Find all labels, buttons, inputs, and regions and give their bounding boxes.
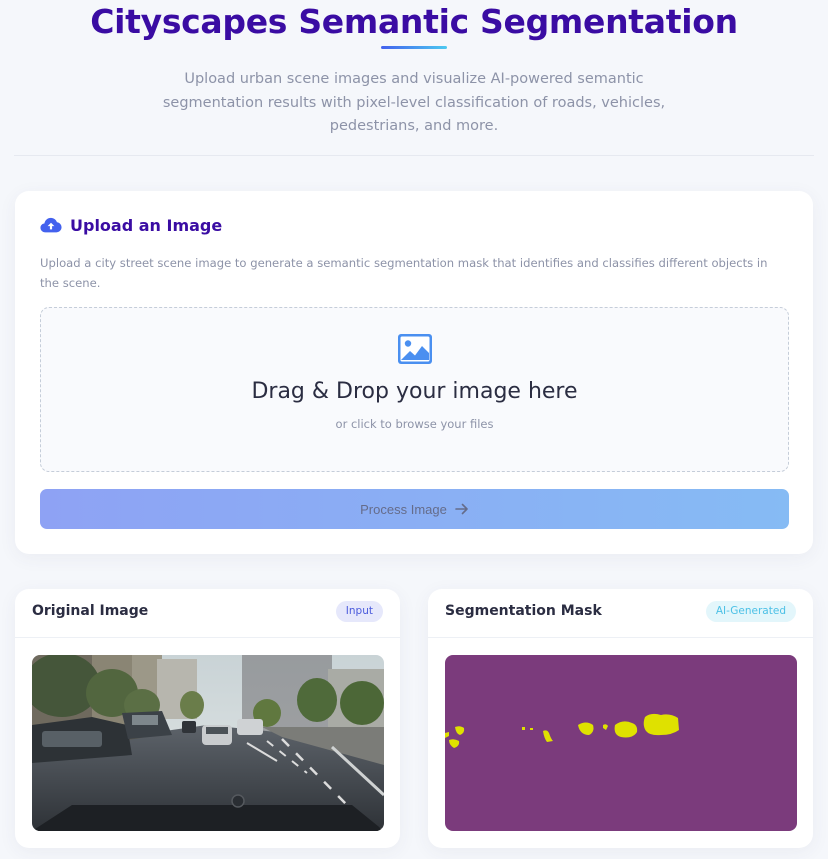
- page-subtitle: Upload urban scene images and visualize …: [162, 71, 666, 134]
- input-badge: Input: [335, 601, 383, 622]
- street-scene-image: [32, 655, 384, 831]
- upload-heading: Upload an Image: [40, 215, 222, 235]
- segmentation-mask: [445, 655, 797, 831]
- process-image-label: Process Image: [360, 501, 447, 517]
- original-image: [32, 655, 384, 831]
- image-icon: [398, 334, 432, 364]
- original-image-title: Original Image: [32, 603, 149, 619]
- upload-card: Upload an Image Upload a city street sce…: [15, 191, 813, 554]
- original-image-header: Original Image Input: [15, 589, 400, 638]
- upload-description: Upload a city street scene image to gene…: [40, 256, 768, 290]
- segmentation-mask-header: Segmentation Mask AI-Generated: [428, 589, 813, 638]
- segmentation-mask-title: Segmentation Mask: [445, 603, 602, 619]
- segmentation-mask-card: Segmentation Mask AI-Generated: [428, 589, 813, 848]
- cloud-upload-icon: [40, 217, 62, 233]
- dropzone-subtitle: or click to browse your files: [335, 417, 494, 431]
- header-divider: [14, 155, 814, 156]
- original-image-card: Original Image Input: [15, 589, 400, 848]
- dropzone-title: Drag & Drop your image here: [251, 379, 578, 404]
- arrow-right-icon: [455, 503, 468, 515]
- upload-title: Upload an Image: [70, 215, 223, 235]
- title-underline: [381, 46, 447, 49]
- segmentation-mask-image: [445, 655, 797, 831]
- ai-generated-badge: AI-Generated: [705, 601, 796, 622]
- process-image-button[interactable]: Process Image: [40, 489, 789, 529]
- page-title: Cityscapes Semantic Segmentation: [90, 2, 738, 41]
- image-dropzone[interactable]: Drag & Drop your image here or click to …: [40, 307, 789, 472]
